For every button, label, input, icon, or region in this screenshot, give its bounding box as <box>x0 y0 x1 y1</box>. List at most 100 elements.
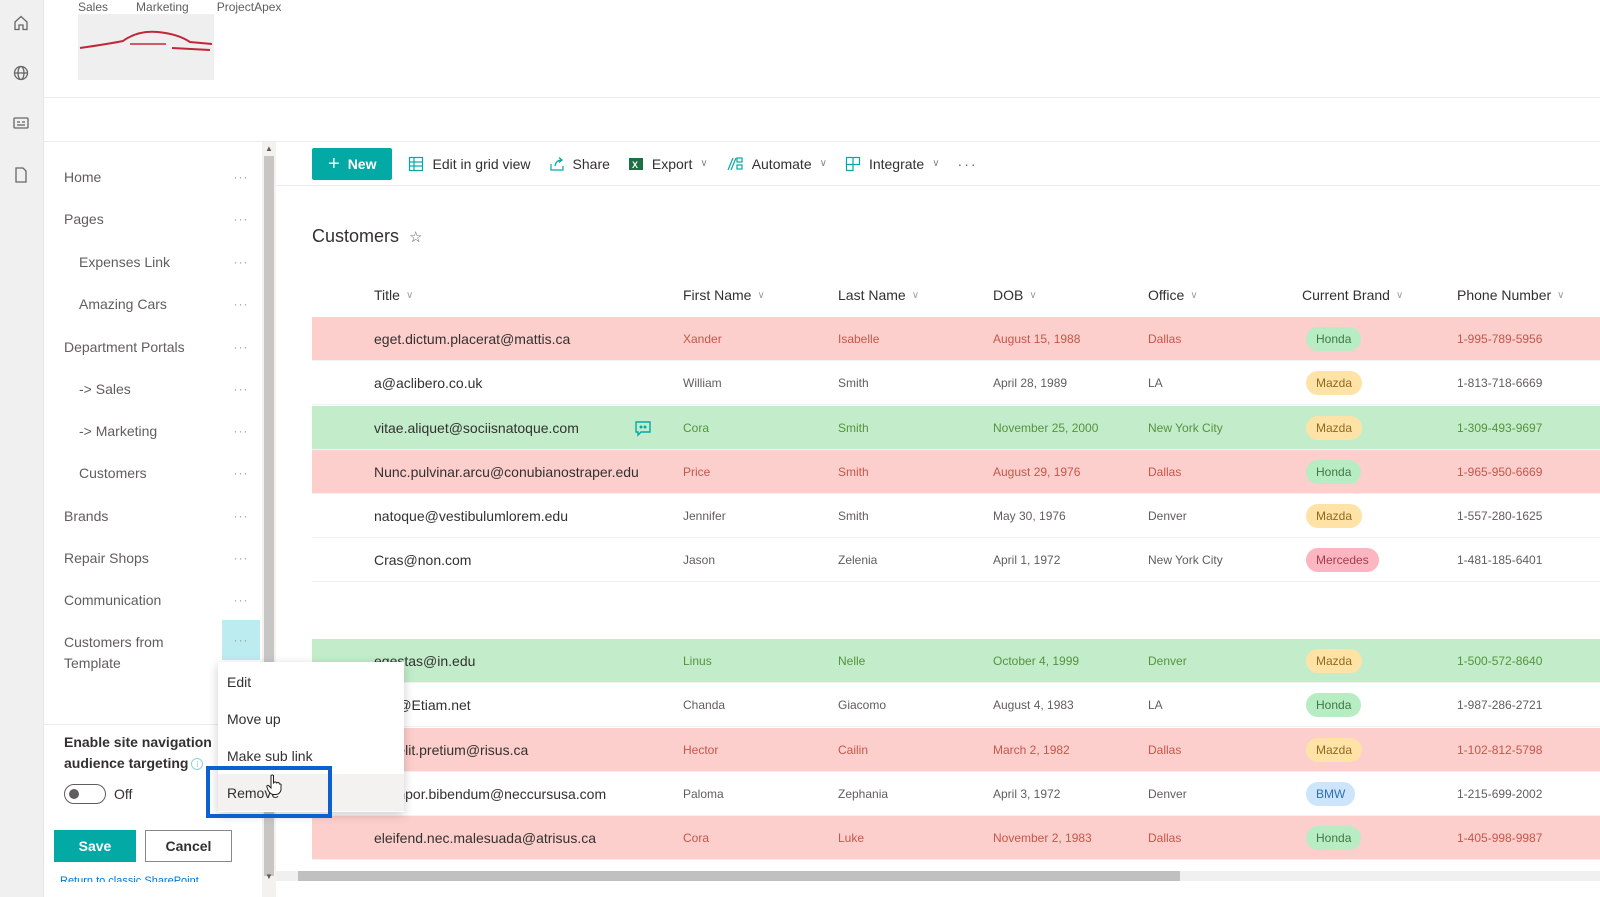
table-row[interactable]: eget.dictum.placerat@mattis.ca Xander Isab… <box>312 317 1600 361</box>
cell-title[interactable]: Cras@non.com <box>374 538 471 582</box>
home-icon[interactable] <box>10 12 32 34</box>
integrate-button[interactable]: Integrate ∨ <box>845 156 940 172</box>
audience-targeting-toggle[interactable] <box>64 784 106 804</box>
cell-office: New York City <box>1148 421 1223 435</box>
table-row[interactable]: Nunc.pulvinar.arcu@conubianostraper.edu P… <box>312 450 1600 494</box>
table-row[interactable]: vitae.aliquet@sociisnatoque.com Cora Smith… <box>312 406 1600 450</box>
table-row[interactable]: natoque@vestibulumlorem.edu Jennifer Smith… <box>312 494 1600 538</box>
edit-grid-view-button[interactable]: Edit in grid view <box>408 155 531 172</box>
more-options-icon[interactable]: ··· <box>222 369 260 409</box>
audience-targeting-text: Enable site navigation audience targetin… <box>64 734 212 771</box>
more-options-icon[interactable]: ··· <box>222 580 260 620</box>
cell-title[interactable]: vitae.aliquet@sociisnatoque.com <box>374 406 579 450</box>
topnav-marketing[interactable]: Marketing <box>136 0 189 14</box>
more-commands-icon[interactable]: ··· <box>958 156 978 172</box>
share-button[interactable]: Share <box>549 156 610 172</box>
cell-title[interactable]: natoque@vestibulumlorem.edu <box>374 494 568 538</box>
site-logo[interactable] <box>78 14 214 80</box>
more-options-icon[interactable]: ··· <box>222 157 260 197</box>
export-button[interactable]: X Export ∨ <box>628 156 708 172</box>
scroll-up-icon[interactable]: ▲ <box>262 144 276 153</box>
nav-item-pages[interactable]: Pages ··· <box>44 198 262 240</box>
nav-item-repair-shops[interactable]: Repair Shops ··· <box>44 537 262 579</box>
column-header-office[interactable]: Office ∨ <box>1148 287 1198 303</box>
info-icon[interactable]: i <box>191 758 204 771</box>
integrate-icon <box>845 156 861 172</box>
cell-last: Giacomo <box>838 698 887 712</box>
comment-icon[interactable] <box>634 419 652 442</box>
document-icon[interactable] <box>10 164 32 186</box>
cell-title[interactable]: Nunc.pulvinar.arcu@conubianostraper.edu <box>374 450 639 494</box>
column-header-first-name[interactable]: First Name ∨ <box>683 287 765 303</box>
nav-item-expenses-link[interactable]: Expenses Link ··· <box>44 241 262 283</box>
cell-office: New York City <box>1148 553 1223 567</box>
cell-first: Linus <box>683 654 712 668</box>
table-row[interactable]: a@aclibero.co.uk William Smith April 28, 19… <box>312 361 1600 405</box>
nav-item-communication[interactable]: Communication ··· <box>44 579 262 621</box>
cell-title[interactable]: eget.dictum.placerat@mattis.ca <box>374 317 570 361</box>
more-options-icon[interactable]: ··· <box>222 496 260 536</box>
nav-item-label: Communication <box>64 591 162 608</box>
news-icon[interactable] <box>10 112 32 134</box>
save-button[interactable]: Save <box>54 830 136 862</box>
cell-title[interactable]: a@aclibero.co.uk <box>374 361 482 405</box>
nav-item-marketing[interactable]: -> Marketing ··· <box>44 410 262 452</box>
more-options-icon[interactable]: ··· <box>222 284 260 324</box>
nav-item-brands[interactable]: Brands ··· <box>44 495 262 537</box>
brand-badge: Honda <box>1306 460 1362 484</box>
column-header-last-name[interactable]: Last Name ∨ <box>838 287 919 303</box>
cell-office: LA <box>1148 698 1163 712</box>
star-icon[interactable]: ☆ <box>409 228 422 246</box>
more-options-icon[interactable]: ··· <box>222 620 260 660</box>
menu-item-edit[interactable]: Edit <box>218 663 404 700</box>
cell-brand: Honda <box>1306 317 1362 361</box>
more-options-icon[interactable]: ··· <box>222 327 260 367</box>
nav-item-customers[interactable]: Customers ··· <box>44 452 262 494</box>
topnav-projectapex[interactable]: ProjectApex <box>217 0 282 14</box>
new-button[interactable]: + New <box>312 147 393 180</box>
nav-item-label: -> Marketing <box>79 422 158 439</box>
customers-table: Title ∨ First Name ∨ Last Name ∨ DOB ∨ Offic… <box>312 273 1600 860</box>
cell-title[interactable]: ...empor.bibendum@neccursusa.com <box>374 772 606 816</box>
topnav-sales[interactable]: Sales <box>78 0 108 14</box>
table-row[interactable]: ...m@Etiam.net Chanda Giacomo August 4, 198… <box>312 683 1600 727</box>
scrollbar-thumb[interactable] <box>298 871 1180 881</box>
column-header-title[interactable]: Title ∨ <box>374 287 413 303</box>
table-row[interactable]: ...a.elit.pretium@risus.ca Hector Cailin Ma… <box>312 728 1600 772</box>
brand-badge: Mazda <box>1306 504 1363 528</box>
cancel-button[interactable]: Cancel <box>145 830 232 862</box>
globe-icon[interactable] <box>10 62 32 84</box>
cell-title[interactable]: eleifend.nec.malesuada@atrisus.ca <box>374 816 596 860</box>
table-row[interactable]: Cras@non.com Jason Zelenia April 1, 1972 New… <box>312 538 1600 582</box>
table-row[interactable]: egestas@in.edu Linus Nelle October 4, 1999 D… <box>312 639 1600 683</box>
cell-first: Cora <box>683 831 710 845</box>
automate-button[interactable]: Automate ∨ <box>726 156 827 172</box>
column-header-phone-number[interactable]: Phone Number ∨ <box>1457 287 1565 303</box>
cell-last: Smith <box>838 376 869 390</box>
edit-grid-label: Edit in grid view <box>432 155 531 172</box>
table-row[interactable]: eleifend.nec.malesuada@atrisus.ca Cora Luk… <box>312 816 1600 860</box>
scroll-down-icon[interactable]: ▼ <box>262 872 276 881</box>
column-header-dob[interactable]: DOB ∨ <box>993 287 1037 303</box>
excel-icon: X <box>628 156 644 172</box>
table-row[interactable]: ...empor.bibendum@neccursusa.com Paloma Ze… <box>312 772 1600 816</box>
nav-item-department-portals[interactable]: Department Portals ··· <box>44 326 262 368</box>
brand-badge: Mazda <box>1306 738 1363 762</box>
return-to-classic-link[interactable]: Return to classic SharePoint <box>60 874 199 882</box>
site-header: Sales Marketing ProjectApex <box>44 0 1600 98</box>
automate-label: Automate <box>751 155 812 172</box>
nav-item-sales[interactable]: -> Sales ··· <box>44 368 262 410</box>
cell-first: Jason <box>683 553 716 567</box>
more-options-icon[interactable]: ··· <box>222 411 260 451</box>
nav-item-home[interactable]: Home ··· <box>44 156 262 198</box>
cell-office: Dallas <box>1148 332 1182 346</box>
nav-item-amazing-cars[interactable]: Amazing Cars ··· <box>44 283 262 325</box>
menu-item-move-up[interactable]: Move up <box>218 700 404 737</box>
table-horizontal-scrollbar[interactable] <box>276 871 1600 881</box>
column-header-current-brand[interactable]: Current Brand ∨ <box>1302 287 1403 303</box>
more-options-icon[interactable]: ··· <box>222 538 260 578</box>
more-options-icon[interactable]: ··· <box>222 242 260 282</box>
more-options-icon[interactable]: ··· <box>222 199 260 239</box>
more-options-icon[interactable]: ··· <box>222 453 260 493</box>
chevron-down-icon: ∨ <box>405 289 414 301</box>
